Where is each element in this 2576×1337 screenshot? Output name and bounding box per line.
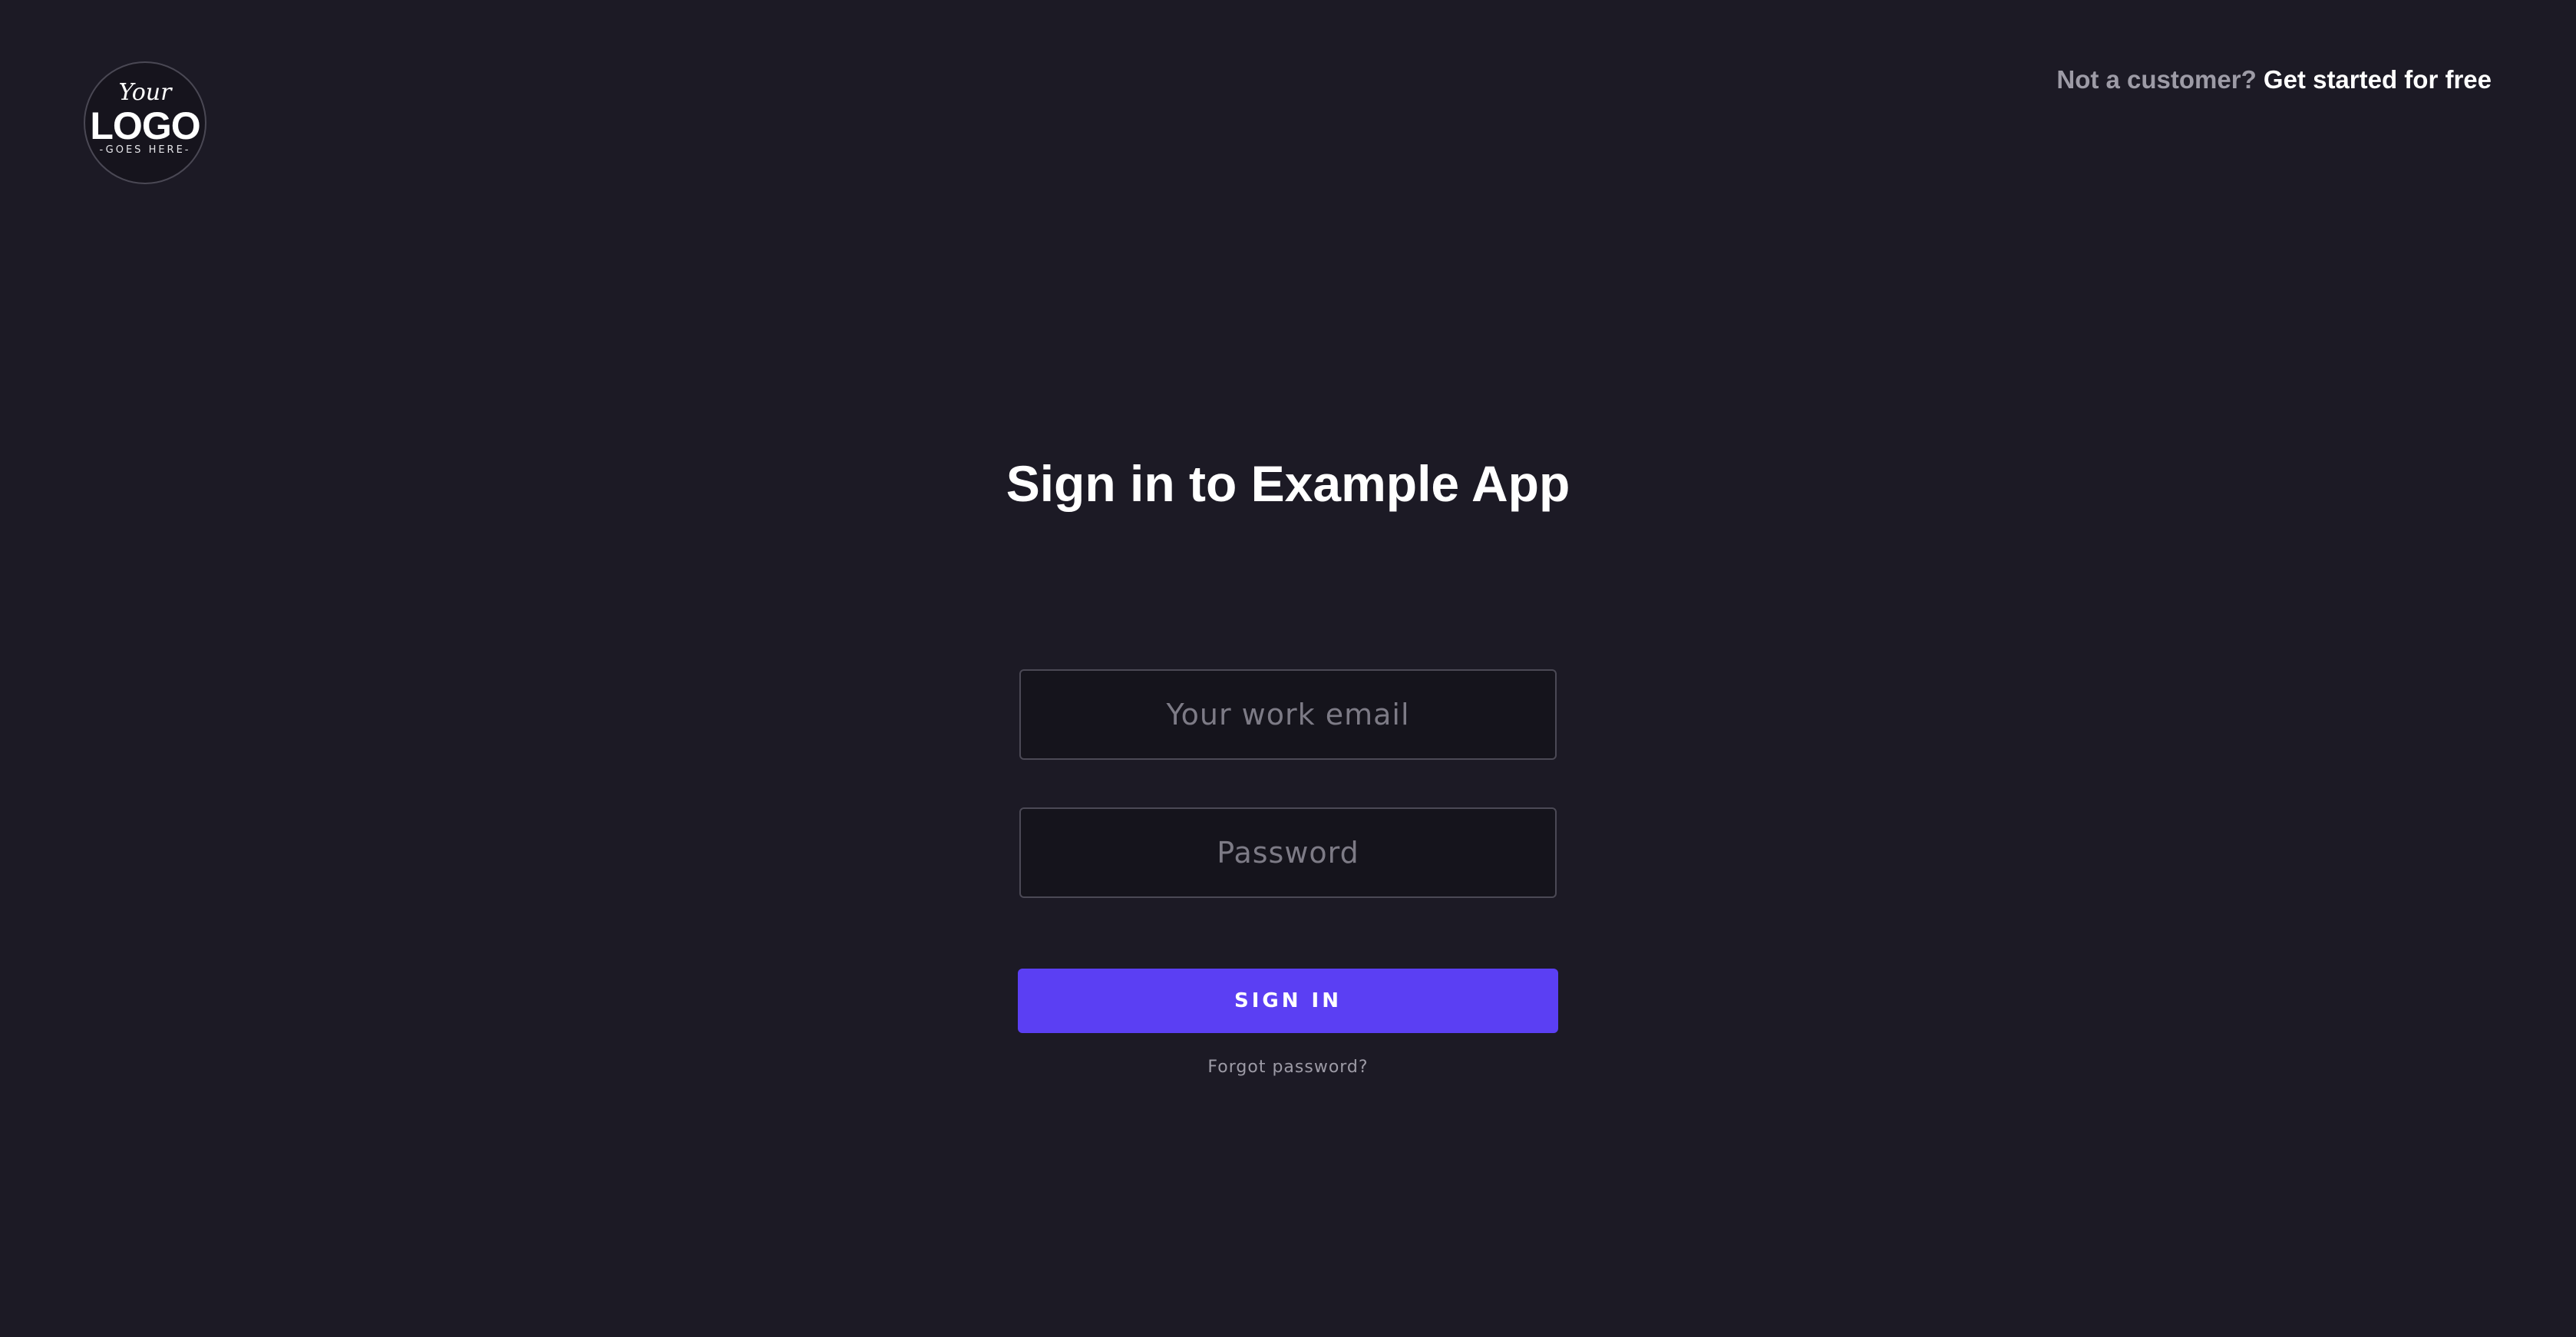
email-field[interactable] xyxy=(1019,669,1557,760)
signup-prompt: Not a customer? Get started for free xyxy=(2056,64,2492,95)
signup-prompt-text: Not a customer? xyxy=(2056,65,2257,94)
logo[interactable]: Your LOGO -GOES HERE- xyxy=(84,61,206,184)
logo-text-your: Your xyxy=(118,79,172,106)
logo-text-main: LOGO xyxy=(90,104,200,147)
password-field[interactable] xyxy=(1019,807,1557,898)
get-started-link[interactable]: Get started for free xyxy=(2264,65,2492,94)
sign-in-button[interactable]: SIGN IN xyxy=(1018,969,1558,1033)
page-title: Sign in to Example App xyxy=(1006,455,1570,512)
logo-text-tagline: -GOES HERE- xyxy=(99,144,191,156)
forgot-password-link[interactable]: Forgot password? xyxy=(0,1056,2576,1079)
